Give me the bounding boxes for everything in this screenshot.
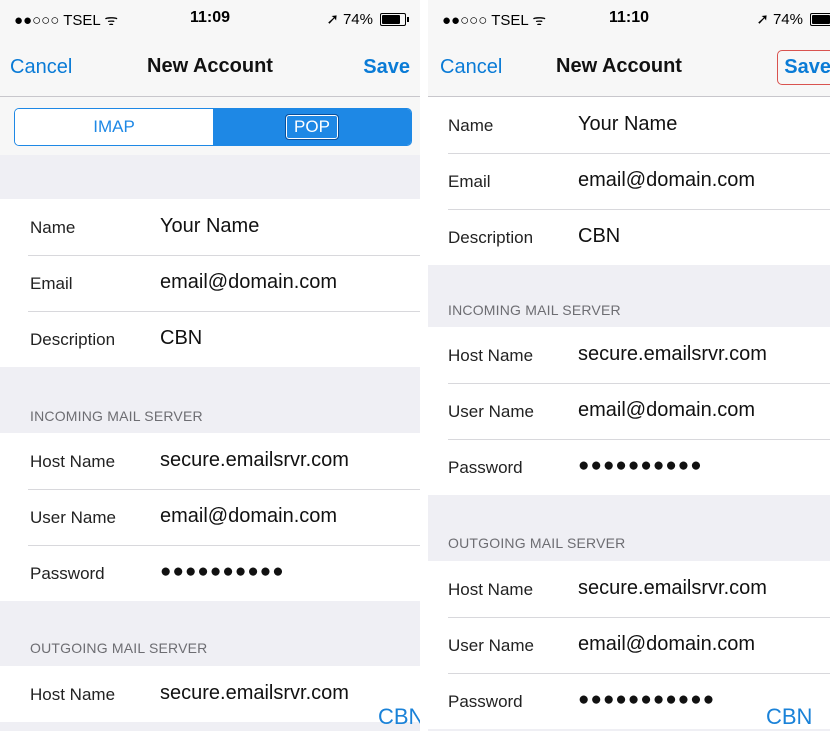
name-row[interactable]: Name Your Name — [428, 97, 830, 153]
incoming-host-label: Host Name — [448, 346, 534, 365]
outgoing-host-label: Host Name — [448, 580, 534, 599]
account-type-bar: IMAP POP — [0, 97, 420, 155]
incoming-mail-server-header: INCOMING MAIL SERVER — [448, 302, 621, 318]
location-arrow-icon: ➚ — [756, 11, 769, 28]
incoming-user-label: User Name — [448, 402, 534, 421]
incoming-password-label: Password — [30, 564, 105, 583]
name-row[interactable]: Name Your Name — [0, 199, 420, 255]
incoming-user-label: User Name — [30, 508, 116, 527]
email-field[interactable]: email@domain.com — [160, 271, 337, 294]
segment-pop[interactable]: POP — [213, 109, 411, 145]
page-title: New Account — [556, 55, 682, 77]
description-field[interactable]: CBN — [578, 225, 620, 248]
description-label: Description — [448, 228, 534, 247]
nav-bar: Cancel New Account Save — [0, 38, 420, 97]
battery-percent: 74% — [772, 10, 803, 28]
outgoing-host-label: Host Name — [30, 685, 116, 704]
nav-bar: Cancel New Account Save — [428, 38, 830, 97]
incoming-password-row[interactable]: Password ●●●●●●●●●● — [0, 545, 420, 601]
incoming-host-row[interactable]: Host Name secure.emailsrvr.com — [0, 433, 420, 489]
incoming-user-row[interactable]: User Name email@domain.com — [0, 489, 420, 545]
outgoing-user-field[interactable]: email@domain.com — [578, 633, 755, 656]
incoming-user-field[interactable]: email@domain.com — [160, 505, 337, 528]
account-type-segmented-control: IMAP POP — [14, 108, 412, 146]
outgoing-password-field[interactable]: ●●●●●●●●●●● — [578, 689, 715, 711]
description-row[interactable]: Description CBN — [428, 209, 830, 265]
email-label: Email — [448, 172, 491, 191]
email-field[interactable]: email@domain.com — [578, 169, 755, 192]
incoming-mail-server-header: INCOMING MAIL SERVER — [30, 408, 203, 424]
incoming-password-field[interactable]: ●●●●●●●●●● — [160, 561, 285, 583]
incoming-password-row[interactable]: Password ●●●●●●●●●● — [428, 439, 830, 495]
description-row[interactable]: Description CBN — [0, 311, 420, 367]
outgoing-password-label: Password — [448, 692, 523, 711]
battery-icon — [810, 12, 830, 26]
status-bar: ●●○○○ TSEL ᯤ 11:10 ➚ 74% — [428, 0, 830, 38]
name-field[interactable]: Your Name — [578, 113, 677, 136]
outgoing-host-field[interactable]: secure.emailsrvr.com — [160, 682, 349, 705]
outgoing-user-label: User Name — [448, 636, 534, 655]
incoming-user-row[interactable]: User Name email@domain.com — [428, 383, 830, 439]
outgoing-user-row[interactable]: User Name email@domain.com — [428, 617, 830, 673]
left-screen: ●●○○○ TSEL ᯤ 11:09 ➚ 74% Cancel New Acco… — [0, 0, 420, 731]
battery-icon — [380, 12, 409, 26]
outgoing-mail-server-header: OUTGOING MAIL SERVER — [448, 535, 626, 551]
segment-imap-label: IMAP — [93, 117, 135, 136]
outgoing-group: Host Name secure.emailsrvr.com — [0, 666, 420, 722]
name-label: Name — [448, 116, 494, 135]
right-screen: ●●○○○ TSEL ᯤ 11:10 ➚ 74% Cancel New Acco… — [428, 0, 830, 731]
incoming-host-row[interactable]: Host Name secure.emailsrvr.com — [428, 327, 830, 383]
incoming-group: Host Name secure.emailsrvr.com User Name… — [0, 433, 420, 601]
incoming-host-field[interactable]: secure.emailsrvr.com — [578, 343, 767, 366]
incoming-password-label: Password — [448, 458, 523, 477]
incoming-group: Host Name secure.emailsrvr.com User Name… — [428, 327, 830, 495]
segment-pop-label: POP — [285, 114, 339, 140]
battery-percent: 74% — [342, 10, 373, 28]
account-group: Name Your Name Email email@domain.com De… — [0, 199, 420, 367]
account-group: Name Your Name Email email@domain.com De… — [428, 97, 830, 265]
status-right: ➚ 74% — [326, 10, 409, 28]
outgoing-host-row[interactable]: Host Name secure.emailsrvr.com — [0, 666, 420, 722]
incoming-host-label: Host Name — [30, 452, 116, 471]
outgoing-host-field[interactable]: secure.emailsrvr.com — [578, 577, 767, 600]
name-label: Name — [30, 218, 76, 237]
location-arrow-icon: ➚ — [326, 11, 339, 28]
name-field[interactable]: Your Name — [160, 215, 259, 238]
segment-imap[interactable]: IMAP — [15, 109, 213, 145]
status-right: ➚ 74% — [756, 10, 830, 28]
status-bar: ●●○○○ TSEL ᯤ 11:09 ➚ 74% — [0, 0, 420, 38]
watermark-logo: CBN — [766, 704, 813, 729]
incoming-host-field[interactable]: secure.emailsrvr.com — [160, 449, 349, 472]
outgoing-mail-server-header: OUTGOING MAIL SERVER — [30, 640, 208, 656]
save-button[interactable]: Save — [363, 56, 410, 79]
email-row[interactable]: Email email@domain.com — [0, 255, 420, 311]
save-button[interactable]: Save — [777, 50, 830, 85]
outgoing-host-row[interactable]: Host Name secure.emailsrvr.com — [428, 561, 830, 617]
description-field[interactable]: CBN — [160, 327, 202, 350]
email-label: Email — [30, 274, 73, 293]
email-row[interactable]: Email email@domain.com — [428, 153, 830, 209]
incoming-user-field[interactable]: email@domain.com — [578, 399, 755, 422]
page-title: New Account — [147, 55, 273, 77]
incoming-password-field[interactable]: ●●●●●●●●●● — [578, 455, 703, 477]
watermark-logo: CBN — [378, 704, 420, 729]
description-label: Description — [30, 330, 116, 349]
